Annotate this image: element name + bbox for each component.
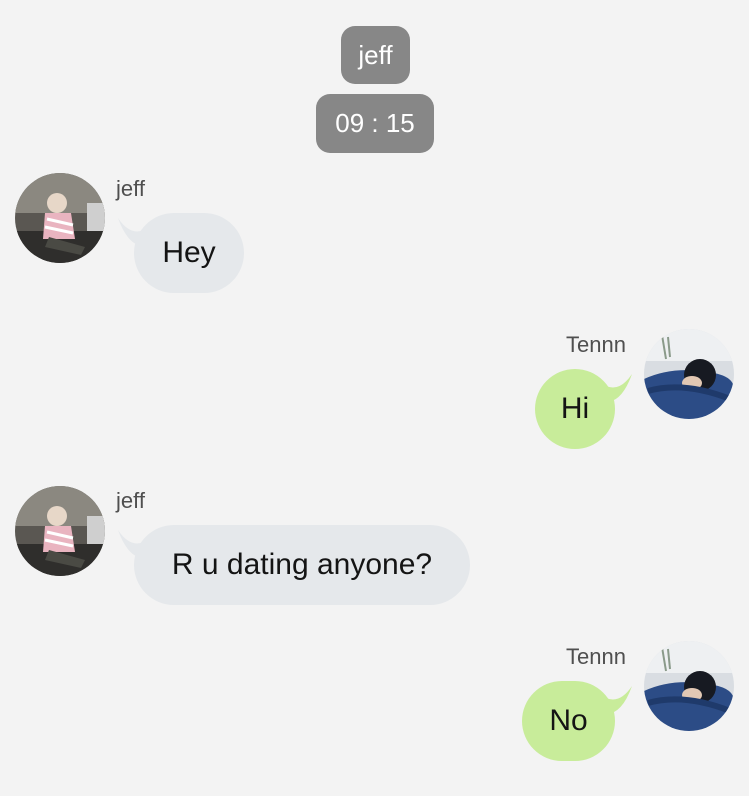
jeff-avatar[interactable]	[15, 486, 105, 576]
tennn-avatar[interactable]	[644, 641, 734, 731]
tennn-avatar[interactable]	[644, 329, 734, 419]
message-bubble: R u dating anyone?	[134, 525, 470, 605]
chat-name-pill: jeff	[341, 26, 410, 84]
message-sender: jeff	[116, 488, 145, 513]
message-bubble: Hi	[535, 369, 615, 449]
chat-time-pill: 09 : 15	[316, 94, 434, 153]
message-sender: jeff	[116, 176, 145, 201]
bubble-tail	[606, 372, 634, 402]
bubble-tail	[606, 684, 634, 714]
message-bubble: Hey	[134, 213, 244, 293]
message-sender: Tennn	[566, 332, 626, 357]
message-bubble: No	[522, 681, 615, 761]
jeff-avatar[interactable]	[15, 173, 105, 263]
message-sender: Tennn	[566, 644, 626, 669]
